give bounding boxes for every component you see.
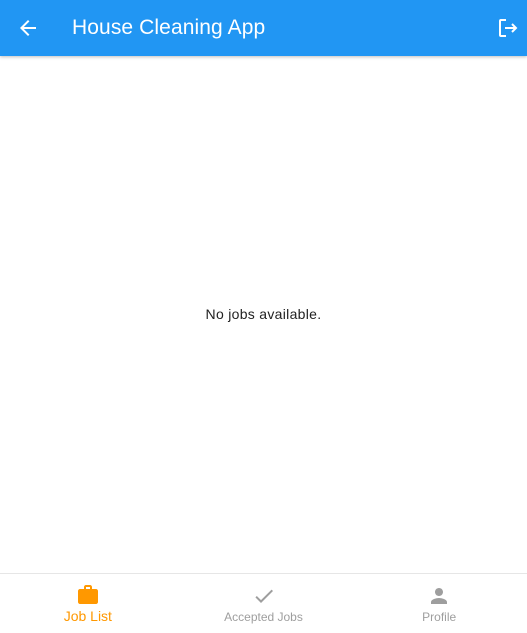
check-icon: [252, 584, 276, 608]
person-icon: [427, 584, 451, 608]
nav-item-job-list[interactable]: Job List: [0, 574, 176, 633]
nav-item-profile[interactable]: Profile: [351, 574, 527, 633]
nav-item-accepted-jobs[interactable]: Accepted Jobs: [176, 574, 352, 633]
nav-item-label: Accepted Jobs: [224, 610, 303, 624]
app-bar: House Cleaning App: [0, 0, 527, 56]
briefcase-icon: [76, 583, 100, 607]
page-title: House Cleaning App: [72, 16, 266, 39]
empty-state-message: No jobs available.: [205, 306, 322, 322]
nav-item-label: Job List: [63, 608, 112, 624]
logout-button[interactable]: [496, 16, 520, 40]
nav-item-label: Profile: [422, 610, 457, 624]
job-list-content: No jobs available.: [0, 56, 527, 573]
back-button[interactable]: [16, 16, 40, 40]
arrow-back-icon: [20, 20, 36, 36]
bottom-navigation: Job List Accepted Jobs Profile: [0, 573, 527, 633]
logout-icon: [499, 19, 518, 37]
